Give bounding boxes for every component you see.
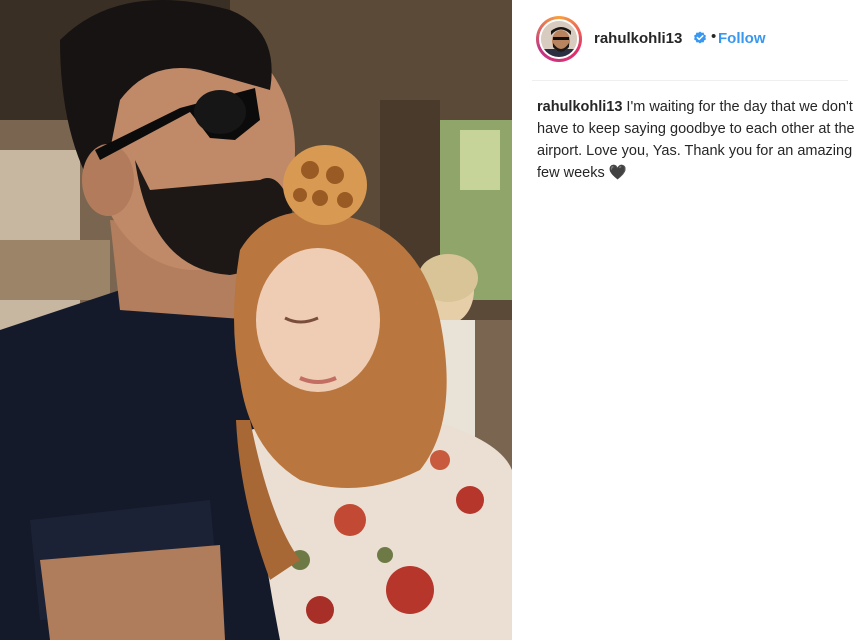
avatar[interactable]	[539, 19, 579, 59]
caption-username-link[interactable]: rahulkohli13	[537, 99, 622, 115]
header-separator: •	[711, 28, 717, 45]
post-caption: rahulkohli13 I'm waiting for the day that…	[537, 96, 855, 184]
username-link[interactable]: rahulkohli13	[594, 30, 682, 47]
black-heart-icon: 🖤	[608, 165, 627, 181]
avatar-story-ring[interactable]	[536, 16, 582, 62]
follow-button[interactable]: Follow	[718, 30, 766, 47]
post-header: rahulkohli13 • Follow	[512, 0, 868, 80]
post-photo[interactable]	[0, 0, 512, 640]
post-side-panel: rahulkohli13 • Follow rahulkohli13 I'm wa…	[512, 0, 868, 640]
header-divider	[532, 80, 848, 81]
verified-badge-icon	[693, 31, 707, 45]
